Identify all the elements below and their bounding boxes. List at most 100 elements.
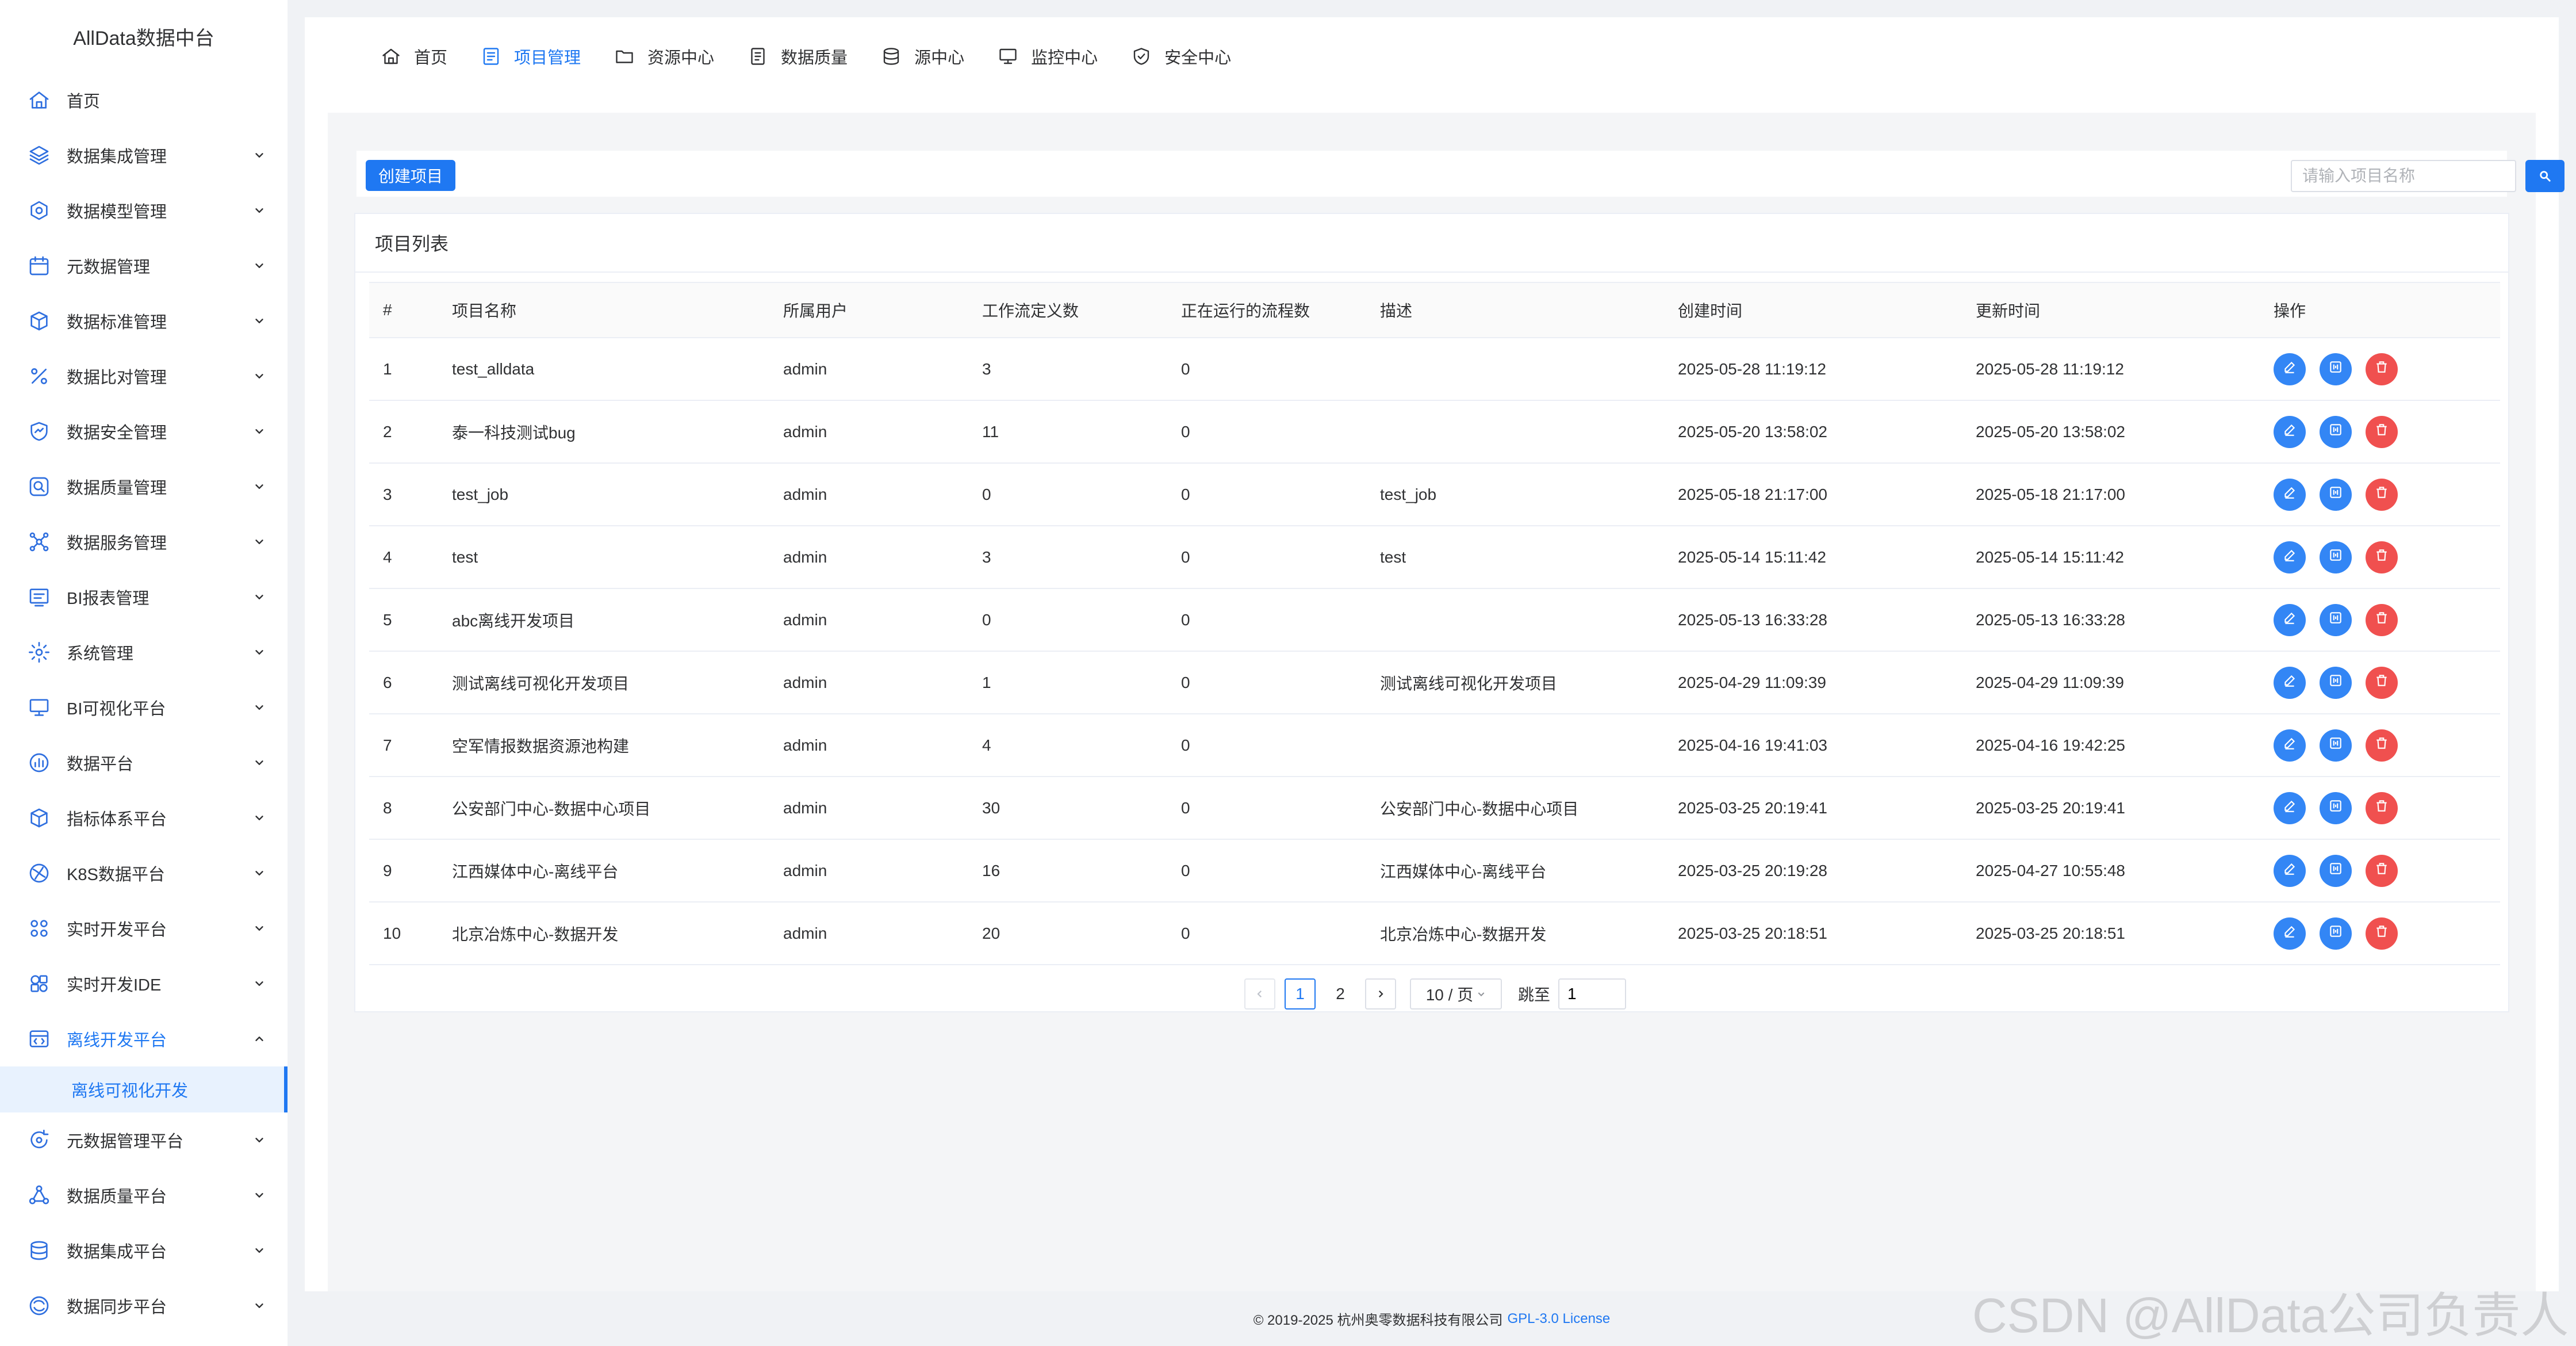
sidebar-item-21[interactable]: 数据同步平台 (0, 1278, 288, 1333)
tab-5[interactable]: 监控中心 (996, 44, 1098, 68)
edit-button[interactable] (2274, 415, 2306, 448)
detail-button[interactable] (2320, 917, 2352, 950)
delete-button[interactable] (2366, 791, 2398, 824)
sidebar-item-4[interactable]: 数据标准管理 (0, 293, 288, 349)
chevron-down-icon[interactable] (251, 865, 268, 882)
tab-0[interactable]: 首页 (379, 44, 447, 68)
chevron-down-icon[interactable] (251, 809, 268, 827)
tab-3[interactable]: 数据质量 (746, 44, 848, 68)
sidebar-subitem-offline-visual-dev[interactable]: 离线可视化开发 (0, 1066, 288, 1112)
edit-button[interactable] (2274, 666, 2306, 699)
delete-button[interactable] (2366, 666, 2398, 699)
tab-1[interactable]: 项目管理 (480, 44, 581, 68)
delete-button[interactable] (2366, 854, 2398, 887)
project-name-link[interactable]: 北京冶炼中心-数据开发 (452, 902, 783, 965)
sidebar-item-12[interactable]: 数据平台 (0, 735, 288, 790)
chevron-down-icon[interactable] (251, 754, 268, 771)
chevron-down-icon[interactable] (251, 368, 268, 385)
chevron-down-icon[interactable] (251, 478, 268, 495)
page-2-button[interactable]: 2 (1325, 978, 1356, 1009)
delete-button[interactable] (2366, 353, 2398, 385)
project-name-link[interactable]: test_alldata (452, 338, 783, 401)
project-name-link[interactable]: 测试离线可视化开发项目 (452, 651, 783, 714)
edit-button[interactable] (2274, 917, 2306, 950)
chevron-down-icon[interactable] (251, 257, 268, 274)
sidebar-item-19[interactable]: 数据质量平台 (0, 1168, 288, 1223)
sidebar-item-2[interactable]: 数据模型管理 (0, 183, 288, 238)
delete-button[interactable] (2366, 478, 2398, 511)
sidebar-item-16[interactable]: 实时开发IDE (0, 956, 288, 1011)
edit-button[interactable] (2274, 478, 2306, 511)
edit-button[interactable] (2274, 353, 2306, 385)
page-size-select[interactable]: 10 / 页 (1409, 978, 1502, 1009)
sidebar-item-5[interactable]: 数据比对管理 (0, 349, 288, 404)
project-name-link[interactable]: abc离线开发项目 (452, 588, 783, 652)
app-logo-title[interactable]: AllData数据中台 (0, 0, 288, 72)
chevron-down-icon[interactable] (251, 644, 268, 661)
detail-button[interactable] (2320, 478, 2352, 511)
sidebar-item-8[interactable]: 数据服务管理 (0, 514, 288, 569)
project-name-link[interactable]: 公安部门中心-数据中心项目 (452, 777, 783, 840)
sidebar-item-14[interactable]: K8S数据平台 (0, 846, 288, 901)
prev-page-button[interactable] (1244, 978, 1275, 1009)
chevron-up-icon[interactable] (251, 1030, 268, 1047)
sidebar-item-9[interactable]: BI报表管理 (0, 569, 288, 625)
sidebar-item-11[interactable]: BI可视化平台 (0, 680, 288, 735)
detail-button[interactable] (2320, 729, 2352, 762)
tab-4[interactable]: 源中心 (880, 44, 964, 68)
project-name-link[interactable]: 泰一科技测试bug (452, 400, 783, 464)
chevron-down-icon[interactable] (251, 147, 268, 164)
chevron-down-icon[interactable] (251, 1242, 268, 1259)
sidebar-item-10[interactable]: 系统管理 (0, 625, 288, 680)
chevron-down-icon[interactable] (251, 1131, 268, 1149)
chevron-down-icon[interactable] (251, 1297, 268, 1314)
chevron-down-icon[interactable] (251, 699, 268, 716)
detail-button[interactable] (2320, 666, 2352, 699)
detail-button[interactable] (2320, 603, 2352, 636)
tab-6[interactable]: 安全中心 (1130, 44, 1231, 68)
edit-button[interactable] (2274, 541, 2306, 573)
sidebar-item-3[interactable]: 元数据管理 (0, 238, 288, 293)
edit-button[interactable] (2274, 854, 2306, 887)
detail-button[interactable] (2320, 791, 2352, 824)
detail-button[interactable] (2320, 415, 2352, 448)
edit-button[interactable] (2274, 729, 2306, 762)
sidebar-item-7[interactable]: 数据质量管理 (0, 459, 288, 514)
jump-page-input[interactable] (1558, 978, 1626, 1009)
sidebar-item-1[interactable]: 数据集成管理 (0, 128, 288, 183)
tab-2[interactable]: 资源中心 (613, 44, 714, 68)
sidebar-item-0[interactable]: 首页 (0, 72, 288, 128)
sidebar-item-17[interactable]: 离线开发平台 (0, 1011, 288, 1066)
detail-button[interactable] (2320, 353, 2352, 385)
sidebar-item-20[interactable]: 数据集成平台 (0, 1223, 288, 1278)
project-name-link[interactable]: 空军情报数据资源池构建 (452, 714, 783, 777)
sidebar-item-18[interactable]: 元数据管理平台 (0, 1112, 288, 1168)
delete-button[interactable] (2366, 729, 2398, 762)
detail-button[interactable] (2320, 541, 2352, 573)
sidebar-item-6[interactable]: 数据安全管理 (0, 404, 288, 459)
chevron-down-icon[interactable] (251, 533, 268, 550)
project-name-link[interactable]: test_job (452, 463, 783, 526)
delete-button[interactable] (2366, 415, 2398, 448)
page-1-button[interactable]: 1 (1284, 978, 1316, 1009)
sidebar-item-15[interactable]: 实时开发平台 (0, 901, 288, 956)
project-name-link[interactable]: test (452, 526, 783, 589)
delete-button[interactable] (2366, 603, 2398, 636)
sidebar-item-13[interactable]: 指标体系平台 (0, 790, 288, 846)
chevron-down-icon[interactable] (251, 975, 268, 992)
search-button[interactable] (2525, 160, 2564, 192)
create-project-button[interactable]: 创建项目 (366, 160, 456, 191)
project-search-input[interactable] (2291, 160, 2516, 192)
edit-button[interactable] (2274, 791, 2306, 824)
chevron-down-icon[interactable] (251, 1187, 268, 1204)
chevron-down-icon[interactable] (251, 202, 268, 219)
license-link[interactable]: GPL-3.0 License (1508, 1311, 1611, 1327)
chevron-down-icon[interactable] (251, 920, 268, 937)
detail-button[interactable] (2320, 854, 2352, 887)
chevron-down-icon[interactable] (251, 312, 268, 330)
edit-button[interactable] (2274, 603, 2306, 636)
project-name-link[interactable]: 江西媒体中心-离线平台 (452, 839, 783, 903)
delete-button[interactable] (2366, 917, 2398, 950)
chevron-down-icon[interactable] (251, 423, 268, 440)
chevron-down-icon[interactable] (251, 588, 268, 606)
